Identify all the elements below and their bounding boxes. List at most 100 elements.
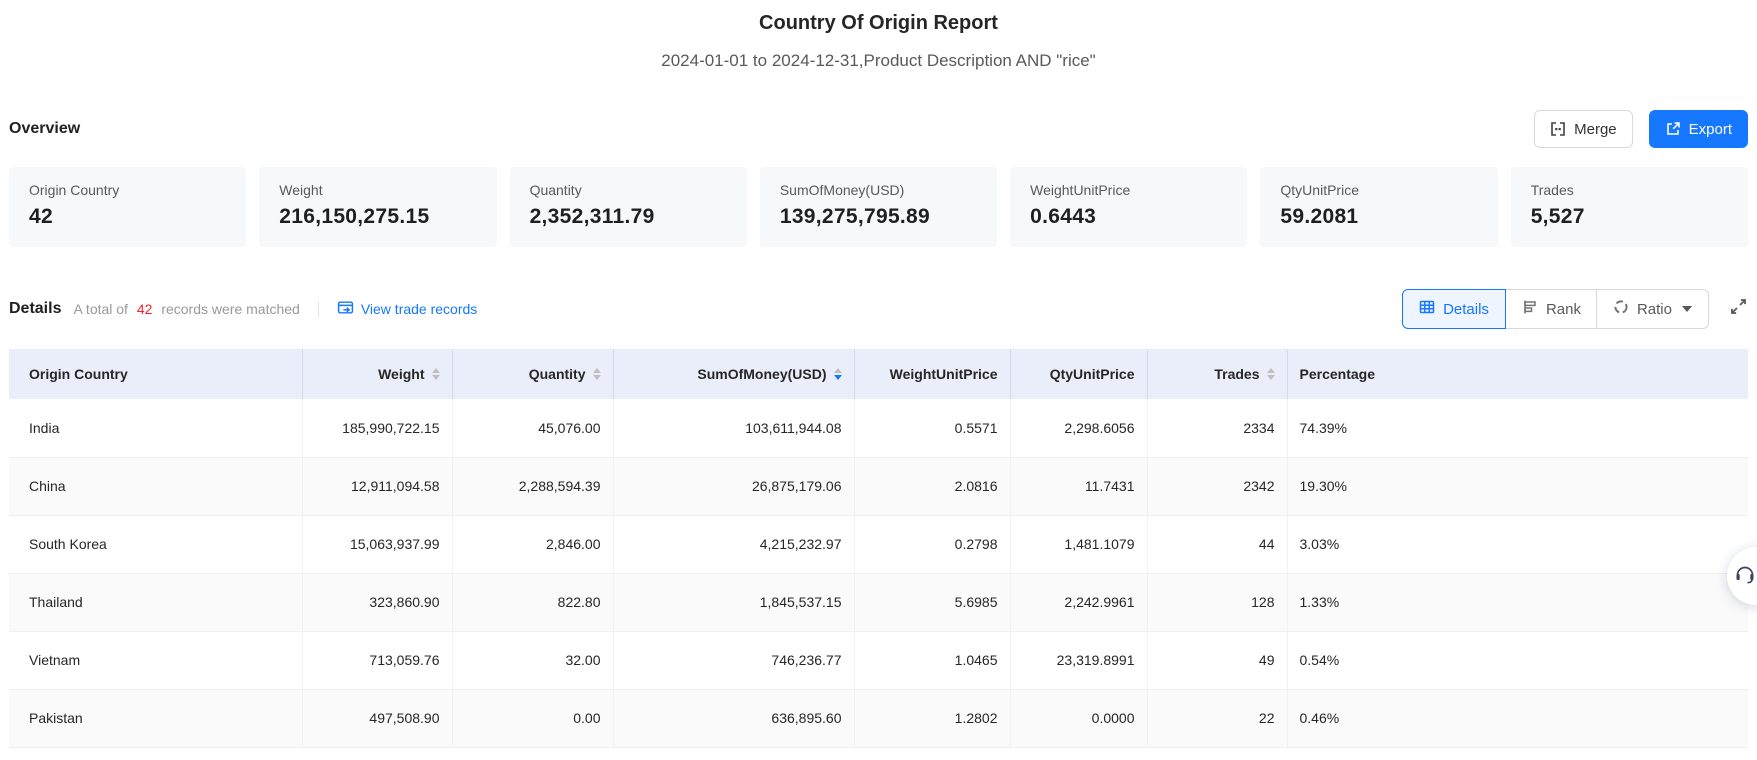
- overview-actions: Merge Export: [1534, 110, 1748, 148]
- cell-origin-country: Thailand: [9, 573, 303, 632]
- card-label: Weight: [279, 182, 323, 198]
- tab-rank-label: Rank: [1545, 300, 1581, 318]
- tab-ratio-label: Ratio: [1636, 300, 1672, 318]
- export-button[interactable]: Export: [1648, 110, 1748, 148]
- fullscreen-icon: [1729, 297, 1748, 321]
- column-label: Quantity: [528, 366, 586, 382]
- cell-origin-country: China: [9, 457, 303, 516]
- details-left: Details A total of 42 records were match…: [9, 299, 477, 319]
- details-table-icon: [1419, 299, 1435, 319]
- cell-quantity: 2,288,594.39: [452, 457, 614, 516]
- cell-sum-of-money-usd: 746,236.77: [613, 631, 855, 690]
- cell-trades: 44: [1147, 515, 1288, 574]
- match-suffix: records were matched: [161, 301, 300, 317]
- merge-icon: [1550, 121, 1566, 137]
- sort-icon[interactable]: [431, 368, 440, 380]
- cell-percentage: 0.54%: [1287, 631, 1748, 690]
- cell-weight: 15,063,937.99: [302, 515, 453, 574]
- sort-icon[interactable]: [1266, 368, 1275, 380]
- view-tabs: Details Rank Ratio: [1402, 289, 1709, 329]
- cell-trades: 49: [1147, 631, 1288, 690]
- cell-origin-country: India: [9, 399, 303, 458]
- cell-qty-unit-price: 23,319.8991: [1010, 631, 1148, 690]
- fullscreen-button[interactable]: [1729, 297, 1748, 321]
- column-label: SumOfMoney(USD): [697, 366, 827, 382]
- cell-percentage: 3.03%: [1287, 515, 1748, 574]
- cell-sum-of-money-usd: 636,895.60: [613, 689, 855, 748]
- cell-weight-unit-price: 0.2798: [854, 515, 1011, 574]
- page-title: Country Of Origin Report: [759, 12, 998, 34]
- match-summary: A total of 42 records were matched: [73, 301, 299, 317]
- overview-card-quantity: Quantity 2,352,311.79: [509, 167, 747, 247]
- overview-card-sumofmoney-usd-: SumOfMoney(USD) 139,275,795.89: [759, 167, 998, 247]
- view-trade-records-link[interactable]: View trade records: [337, 299, 477, 319]
- tab-details[interactable]: Details: [1402, 289, 1506, 329]
- cell-qty-unit-price: 2,298.6056: [1010, 399, 1148, 458]
- rank-icon: [1522, 299, 1538, 319]
- cell-sum-of-money-usd: 26,875,179.06: [613, 457, 855, 516]
- overview-card-weightunitprice: WeightUnitPrice 0.6443: [1010, 167, 1248, 247]
- export-button-label: Export: [1688, 120, 1732, 138]
- cell-trades: 2334: [1147, 399, 1288, 458]
- cell-percentage: 19.30%: [1287, 457, 1748, 516]
- divider: [317, 301, 319, 317]
- cell-origin-country: Pakistan: [9, 689, 303, 748]
- cell-quantity: 0.00: [452, 689, 614, 748]
- table-row: Pakistan 497,508.90 0.00 636,895.60 1.2802 0.…: [9, 689, 1748, 748]
- overview-header: Overview Merge Export: [9, 109, 1748, 149]
- tab-ratio[interactable]: Ratio: [1595, 289, 1709, 329]
- cell-quantity: 822.80: [452, 573, 614, 632]
- column-header-origin-country: Origin Country: [9, 349, 303, 399]
- cell-quantity: 32.00: [452, 631, 614, 690]
- cell-qty-unit-price: 0.0000: [1010, 689, 1148, 748]
- cell-origin-country: Vietnam: [9, 631, 303, 690]
- card-label: SumOfMoney(USD): [779, 182, 905, 198]
- card-label: Origin Country: [29, 182, 120, 198]
- card-value: 2,352,311.79: [529, 205, 655, 228]
- column-label: Origin Country: [29, 366, 128, 382]
- tab-details-label: Details: [1443, 300, 1489, 318]
- cell-trades: 2342: [1147, 457, 1288, 516]
- cell-weight: 12,911,094.58: [302, 457, 453, 516]
- sort-icon[interactable]: [592, 368, 601, 380]
- match-prefix: A total of: [73, 301, 128, 317]
- ratio-circle-icon: [1613, 299, 1629, 319]
- cell-sum-of-money-usd: 103,611,944.08: [613, 399, 855, 458]
- sort-icon[interactable]: [833, 368, 842, 380]
- cell-weight: 323,860.90: [302, 573, 453, 632]
- cell-qty-unit-price: 11.7431: [1010, 457, 1148, 516]
- column-header-trades[interactable]: Trades: [1147, 349, 1288, 399]
- details-view-switcher: Details Rank Ratio: [1402, 289, 1748, 329]
- export-icon: [1665, 121, 1681, 137]
- column-header-weight[interactable]: Weight: [302, 349, 453, 399]
- cell-quantity: 45,076.00: [452, 399, 614, 458]
- card-value: 42: [29, 205, 53, 228]
- match-count: 42: [136, 301, 153, 317]
- card-value: 59.2081: [1280, 205, 1359, 228]
- cell-sum-of-money-usd: 4,215,232.97: [613, 515, 855, 574]
- cell-percentage: 0.46%: [1287, 689, 1748, 748]
- cell-qty-unit-price: 1,481.1079: [1010, 515, 1148, 574]
- cell-weight: 185,990,722.15: [302, 399, 453, 458]
- column-label: Weight: [378, 366, 425, 382]
- column-header-sum-of-money-usd[interactable]: SumOfMoney(USD): [613, 349, 855, 399]
- card-label: Quantity: [529, 182, 582, 198]
- column-label: Percentage: [1299, 366, 1375, 382]
- cell-trades: 22: [1147, 689, 1288, 748]
- merge-button[interactable]: Merge: [1534, 110, 1633, 148]
- cell-trades: 128: [1147, 573, 1288, 632]
- details-heading: Details: [9, 300, 62, 317]
- cell-percentage: 74.39%: [1287, 399, 1748, 458]
- details-bar: Details A total of 42 records were match…: [9, 289, 1748, 329]
- origin-country-table: Origin Country Weight Quantity SumOfMoney(U…: [9, 349, 1748, 748]
- table-row: China 12,911,094.58 2,288,594.39 26,875,179…: [9, 457, 1748, 516]
- view-records-icon: [337, 299, 354, 319]
- cell-weight-unit-price: 2.0816: [854, 457, 1011, 516]
- cell-sum-of-money-usd: 1,845,537.15: [613, 573, 855, 632]
- tab-rank[interactable]: Rank: [1505, 289, 1597, 329]
- table-row: India 185,990,722.15 45,076.00 103,611,944.…: [9, 399, 1748, 458]
- table-body: India 185,990,722.15 45,076.00 103,611,944.…: [9, 399, 1748, 748]
- card-label: Trades: [1530, 182, 1574, 198]
- column-header-quantity[interactable]: Quantity: [452, 349, 614, 399]
- column-header-qty-unit-price: QtyUnitPrice: [1010, 349, 1148, 399]
